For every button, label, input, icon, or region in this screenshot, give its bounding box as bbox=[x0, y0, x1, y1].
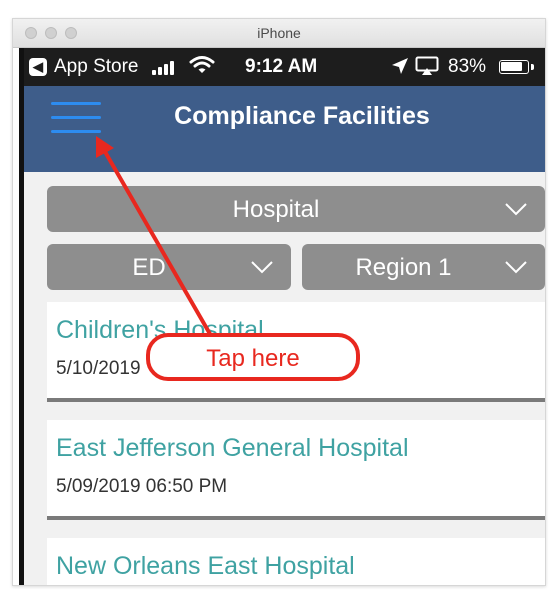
tap-here-callout: Tap here bbox=[146, 333, 360, 381]
arrow-icon bbox=[96, 136, 212, 336]
annotation-overlay: Tap here bbox=[0, 0, 556, 598]
callout-text: Tap here bbox=[206, 345, 300, 372]
